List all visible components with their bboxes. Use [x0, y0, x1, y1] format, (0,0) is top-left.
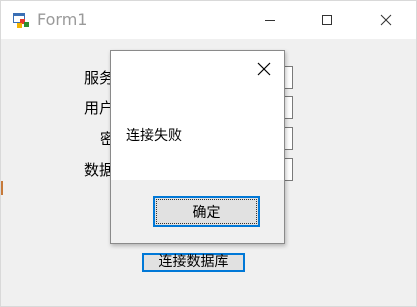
connect-database-button[interactable]: 连接数据库	[142, 253, 245, 272]
dialog-close-button[interactable]	[251, 57, 277, 83]
close-icon	[380, 11, 392, 30]
message-dialog: 连接失败 确定	[110, 50, 285, 244]
close-button[interactable]	[363, 1, 409, 39]
title-bar[interactable]: Form1	[1, 1, 416, 39]
window-title: Form1	[37, 10, 88, 29]
minimize-button[interactable]	[247, 1, 293, 39]
close-icon	[257, 61, 271, 80]
dialog-footer: 确定	[111, 180, 284, 243]
maximize-button[interactable]	[304, 1, 350, 39]
ok-button[interactable]: 确定	[153, 196, 260, 227]
dialog-message: 连接失败	[126, 128, 182, 144]
minimize-icon	[264, 11, 276, 30]
app-icon	[13, 12, 30, 29]
window-edge-mark	[1, 181, 3, 195]
maximize-icon	[321, 11, 333, 30]
